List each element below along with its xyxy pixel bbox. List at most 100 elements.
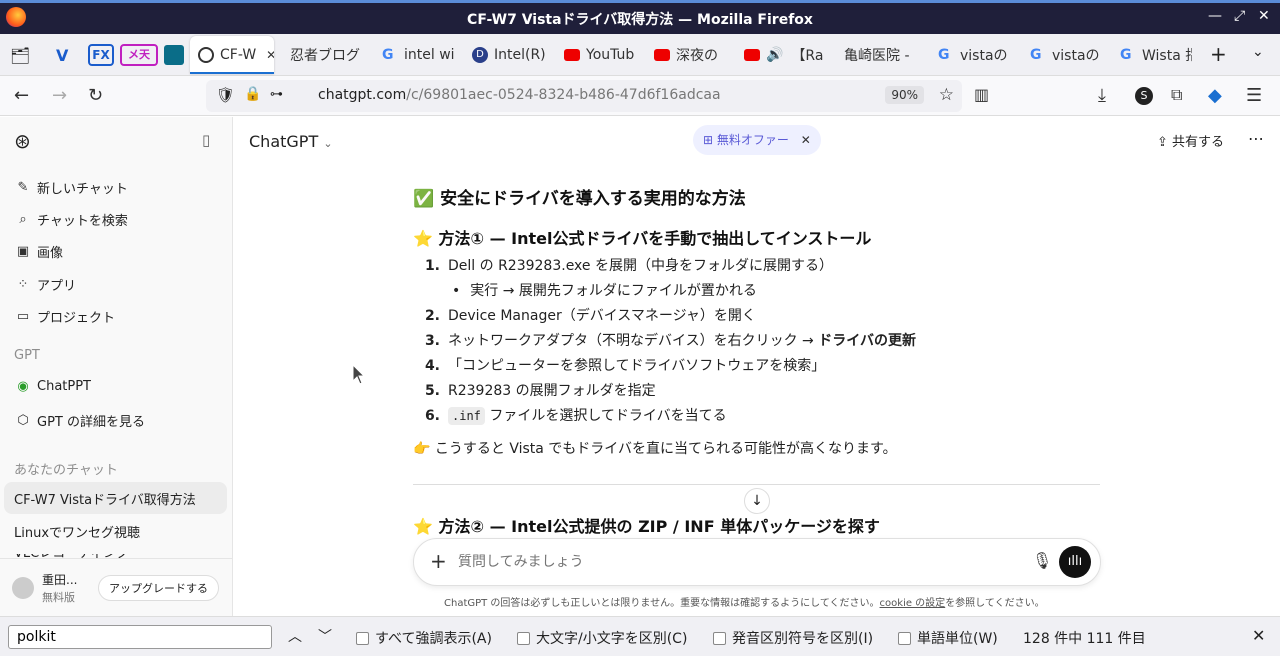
image-icon: ▣ [16, 244, 30, 259]
pinned-tab-fx[interactable]: FX [88, 44, 114, 66]
more-options-icon[interactable]: ⋯ [1248, 129, 1264, 148]
tab-vista-2[interactable]: Gvistaの [1030, 34, 1104, 76]
extensions-icon[interactable]: ⧉ [1171, 85, 1182, 105]
back-icon[interactable]: ← [14, 85, 29, 106]
tab-overview-icon[interactable]: 🗂 [10, 46, 30, 65]
tab-shinya[interactable]: 深夜の [654, 34, 726, 76]
openai-logo-icon[interactable]: ⊛ [14, 129, 31, 153]
new-chat-label: 新しいチャット [37, 182, 128, 197]
pinned-tab-mt[interactable]: メ天 [120, 44, 158, 66]
find-input[interactable] [8, 625, 272, 649]
whole-words-checkbox[interactable]: 単語単位(W) [898, 628, 998, 648]
find-previous-icon[interactable]: ︿ [288, 626, 302, 646]
microphone-icon[interactable]: 🎙 [1032, 551, 1052, 570]
voice-mode-icon[interactable]: ıllı [1059, 546, 1091, 578]
search-chats-button[interactable]: ⌕ チャットを検索 [14, 210, 128, 229]
user-plan: 無料版 [42, 591, 75, 604]
tab-label: 深夜の [676, 48, 718, 64]
zoom-level[interactable]: 90% [885, 86, 924, 104]
user-panel: 重田... 無料版 アップグレードする [0, 558, 232, 616]
tab-label: CF-W [220, 47, 257, 63]
downloads-icon[interactable]: ⤓ [1098, 85, 1106, 106]
section-heading: ✅ 安全にドライバを導入する実用的な方法 [413, 189, 746, 209]
list-number: 3. [424, 333, 440, 349]
find-result-count: 128 件中 111 件目 [1023, 631, 1146, 647]
search-label: チャットを検索 [37, 214, 128, 229]
find-close-icon[interactable]: ✕ [1252, 626, 1265, 645]
cookie-settings-link[interactable]: cookie の設定 [880, 598, 946, 609]
chevron-down-icon: ⌄ [323, 137, 333, 150]
tab-youtube[interactable]: YouTub [564, 34, 638, 76]
find-bar: ︿ ﹀ すべて強調表示(A) 大文字/小文字を区別(C) 発音区別符号を区別(I… [0, 616, 1280, 656]
prompt-input[interactable] [458, 551, 1018, 573]
reload-icon[interactable]: ↻ [88, 85, 103, 106]
avatar[interactable] [12, 577, 34, 599]
checkbox-box [356, 632, 369, 645]
list-number: 6. [424, 408, 440, 424]
address-bar[interactable]: 🛡 🔒 ⊶ chatgpt.com/c/69801aec-0524-8324-b… [206, 80, 962, 112]
google-icon: G [1120, 47, 1132, 63]
share-button[interactable]: ⇪ 共有する [1157, 131, 1224, 150]
tab-close-icon[interactable]: ✕ [266, 48, 274, 62]
url-text[interactable]: chatgpt.com/c/69801aec-0524-8324-b486-47… [318, 87, 721, 103]
pinned-tab-v-icon[interactable]: V [56, 46, 68, 65]
minimize-icon[interactable]: — [1208, 8, 1222, 24]
shield-icon[interactable]: 🛡 [216, 86, 235, 104]
scroll-down-icon[interactable]: ↓ [744, 488, 770, 514]
tab-chatgpt[interactable]: CF-W ✕ [190, 36, 274, 74]
projects-button[interactable]: ▭ プロジェクト [14, 307, 115, 326]
vpn-extension-icon[interactable]: ◆ [1208, 85, 1222, 106]
bookmark-star-icon[interactable]: ☆ [939, 85, 954, 105]
gpt-section-header: GPT [14, 348, 40, 363]
highlight-all-label: すべて強調表示(A) [375, 631, 492, 647]
divider [413, 484, 1100, 485]
list-text: ネットワークアダプタ（不明なデバイス）を右クリック → [448, 333, 819, 349]
new-chat-button[interactable]: ✎ 新しいチャット [14, 178, 128, 197]
maximize-icon[interactable]: ⤢ [1234, 8, 1245, 24]
list-number: 4. [424, 358, 440, 374]
diacritics-checkbox[interactable]: 発音区別符号を区別(I) [713, 628, 873, 648]
find-next-icon[interactable]: ﹀ [318, 626, 332, 646]
tab-intel-r[interactable]: D Intel(R) [472, 34, 548, 76]
model-selector[interactable]: ChatGPT ⌄ [249, 132, 333, 151]
extension-s-icon[interactable]: S [1135, 87, 1153, 105]
sidebar-toggle-icon[interactable]: ▯ [202, 131, 210, 149]
method-2-heading: ⭐ 方法② — Intel公式提供の ZIP / INF 単体パッケージを探す [413, 517, 880, 536]
tab-ninja[interactable]: 忍者ブログ [290, 34, 362, 76]
chat-item-active[interactable]: CF-W7 Vistaドライバ取得方法 [4, 482, 227, 514]
close-window-icon[interactable]: ✕ [1258, 8, 1270, 24]
pinned-tab-teal-icon[interactable] [164, 45, 184, 65]
match-case-label: 大文字/小文字を区別(C) [536, 631, 688, 647]
tab-kamezaki[interactable]: 亀崎医院 - [844, 34, 920, 76]
apps-button[interactable]: ⁘ アプリ [14, 275, 76, 294]
offer-badge[interactable]: ⊞ 無料オファー ✕ [693, 125, 821, 155]
new-tab-icon[interactable]: + [1210, 42, 1227, 66]
reader-view-icon[interactable]: ▥ [974, 85, 989, 104]
offer-close-icon[interactable]: ✕ [801, 133, 811, 147]
tab-wista[interactable]: G Wista 指 [1120, 34, 1192, 76]
permissions-icon[interactable]: ⊶ [270, 87, 283, 102]
menu-icon[interactable]: ☰ [1246, 85, 1262, 106]
upgrade-button[interactable]: アップグレードする [98, 575, 219, 601]
google-icon: G [382, 47, 394, 63]
google-icon: G [1030, 47, 1042, 63]
attach-plus-icon[interactable]: + [430, 549, 447, 573]
chat-item[interactable]: Linuxでワンセグ視聴 [14, 522, 140, 541]
explore-gpts-button[interactable]: ⬡ GPT の詳細を見る [14, 411, 145, 430]
tab-intel-wifi[interactable]: Gintel wi [382, 34, 456, 76]
match-case-checkbox[interactable]: 大文字/小文字を区別(C) [517, 628, 687, 648]
highlight-all-checkbox[interactable]: すべて強調表示(A) [356, 628, 492, 648]
tab-vista-1[interactable]: Gvistaの [938, 34, 1012, 76]
images-button[interactable]: ▣ 画像 [14, 242, 63, 261]
forward-icon[interactable]: → [52, 85, 67, 106]
lock-icon[interactable]: 🔒 [244, 86, 261, 102]
list-item: 5. R239283 の展開フォルダを指定 [420, 380, 656, 400]
list-text: ファイルを選択してドライバを当てる [484, 408, 727, 424]
chatppt-item[interactable]: ◉ ChatPPT [14, 379, 91, 394]
sub-list-item: • 実行 → 展開先フォルダにファイルが置かれる [452, 280, 757, 300]
tab-radio[interactable]: 🔊 【Ra [744, 34, 826, 76]
offer-label: 無料オファー [716, 133, 789, 147]
tab-label: vistaの [1052, 48, 1100, 64]
tab-list-chevron-icon[interactable]: ⌄ [1252, 44, 1264, 60]
audio-playing-icon[interactable]: 🔊 [766, 47, 783, 63]
